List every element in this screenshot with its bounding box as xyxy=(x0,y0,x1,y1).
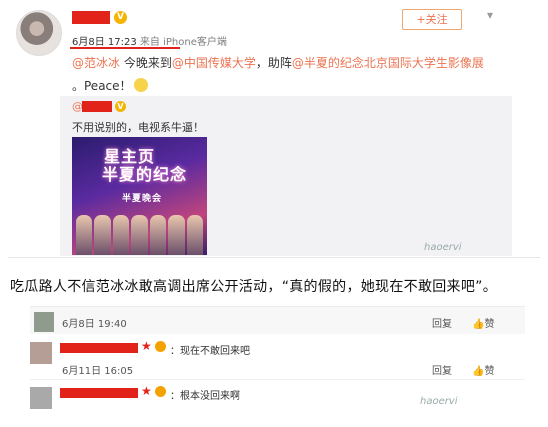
post-text: ，助阵 xyxy=(255,56,292,70)
poster-subtitle: 半夏晚会 xyxy=(122,194,163,204)
avatar[interactable] xyxy=(16,10,62,56)
follow-button[interactable]: +关注 xyxy=(402,9,462,30)
star-icon: ★ xyxy=(141,384,152,398)
comment-text: ：现在不敢回来吧 xyxy=(170,346,250,357)
avatar[interactable] xyxy=(30,387,52,409)
divider xyxy=(30,379,525,380)
redacted-username[interactable] xyxy=(72,11,110,24)
comment-row: ★ ：现在不敢回来吧 6月11日 16:05 回复 👍赞 xyxy=(30,338,525,378)
post-meta: 6月8日 17:23 来自 iPhone客户端 xyxy=(72,33,227,48)
level-icon xyxy=(155,386,166,397)
watermark: haoervi xyxy=(424,242,462,253)
comment-date: 6月8日 19:40 xyxy=(62,319,127,330)
verified-icon: V xyxy=(114,11,127,24)
post-text: 今晚来到 xyxy=(123,56,172,70)
mention-link[interactable]: @半夏的纪念北京国际大学生影像展 xyxy=(292,56,484,70)
watermark: haoervi xyxy=(420,396,458,407)
star-icon: ★ xyxy=(141,339,152,353)
article-caption: 吃瓜路人不信范冰冰敢高调出席公开活动，“真的假的，她现在不敢回来吧”。 xyxy=(10,279,498,295)
highlight-underline xyxy=(70,47,180,49)
like-icon: 👍 xyxy=(472,366,485,377)
like-button[interactable]: 👍赞 xyxy=(472,315,494,330)
repost-text: 不用说别的，电视系牛逼！ xyxy=(72,121,204,134)
event-poster-image[interactable]: 星主页 半夏的纪念 半夏晚会 xyxy=(72,137,207,255)
like-label: 赞 xyxy=(484,366,495,377)
mention-link[interactable]: @范冰冰 xyxy=(72,56,120,70)
smile-emoji-icon xyxy=(133,78,148,92)
poster-people xyxy=(76,207,203,255)
chevron-down-icon[interactable]: ▾ xyxy=(487,8,493,22)
mention-link[interactable]: @中国传媒大学 xyxy=(172,56,256,70)
redacted-username[interactable] xyxy=(82,101,112,112)
comment-row: 6月8日 19:40 回复 👍赞 xyxy=(30,306,525,334)
like-icon: 👍 xyxy=(472,319,485,330)
level-icon xyxy=(155,341,166,352)
like-button[interactable]: 👍赞 xyxy=(472,362,494,377)
reply-button[interactable]: 回复 xyxy=(432,315,452,330)
redacted-username[interactable] xyxy=(60,388,138,398)
like-label: 赞 xyxy=(484,319,495,330)
comment-date: 6月11日 16:05 xyxy=(62,366,134,377)
avatar[interactable] xyxy=(34,312,54,332)
poster-title: 半夏的纪念 xyxy=(102,165,188,184)
post-body: @范冰冰 今晚来到@中国传媒大学，助阵@半夏的纪念北京国际大学生影像展 。Pea… xyxy=(72,52,512,98)
avatar[interactable] xyxy=(30,342,52,364)
reply-button[interactable]: 回复 xyxy=(432,362,452,377)
redacted-username[interactable] xyxy=(60,343,138,353)
verified-icon: V xyxy=(115,101,126,112)
comment-text: ：根本没回来啊 xyxy=(170,391,240,402)
post-text: 。Peace！ xyxy=(72,79,132,93)
